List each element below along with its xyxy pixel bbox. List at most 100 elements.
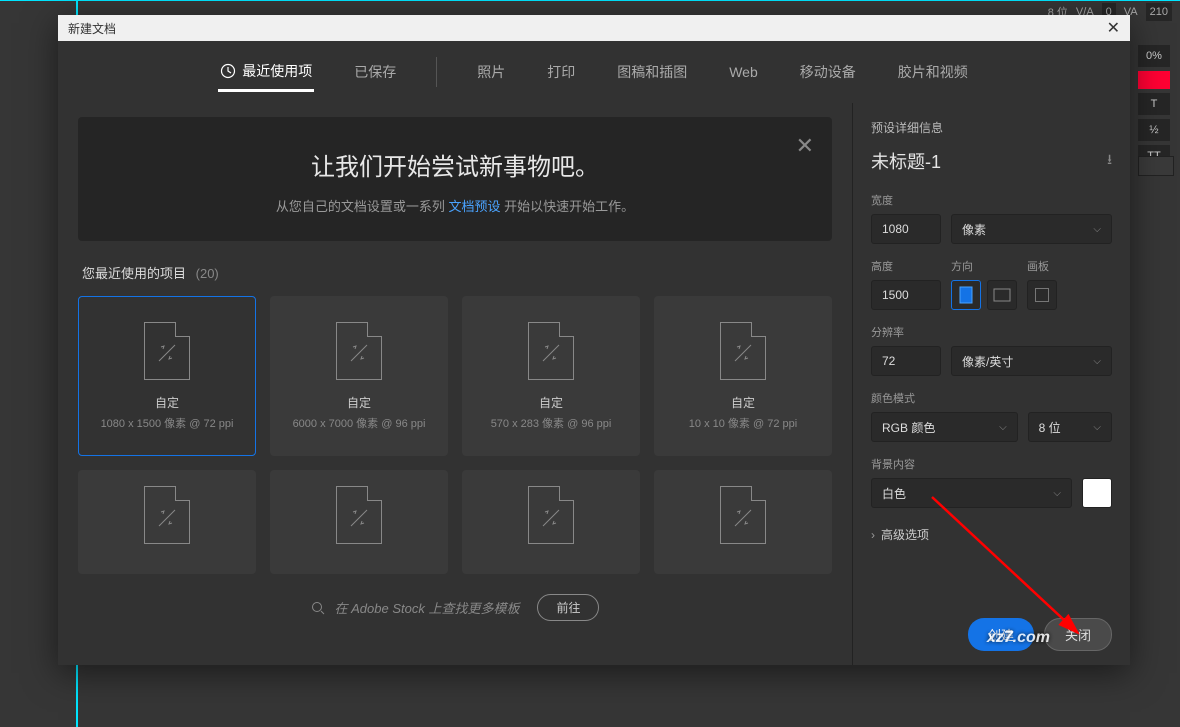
fraction-button[interactable]: ½ [1138, 119, 1170, 141]
hero-pre: 从您自己的文档设置或一系列 [276, 199, 445, 214]
resolution-unit-select[interactable]: 像素/英寸 ⌵ [951, 346, 1112, 376]
tab-print[interactable]: 打印 [545, 54, 577, 90]
document-icon [720, 322, 766, 380]
card-sub: 10 x 10 像素 @ 72 ppi [689, 415, 797, 431]
card-sub: 1080 x 1500 像素 @ 72 ppi [101, 415, 234, 431]
tab-recent-label: 最近使用项 [242, 61, 312, 81]
search-icon [311, 601, 325, 615]
tab-separator [436, 57, 437, 87]
artboard-label: 画板 [1027, 258, 1057, 274]
close-button[interactable]: 关闭 [1044, 618, 1112, 651]
color-mode-select[interactable]: RGB 颜色 ⌵ [871, 412, 1018, 442]
tab-photo[interactable]: 照片 [475, 54, 507, 90]
document-icon [528, 486, 574, 544]
tab-recent[interactable]: 最近使用项 [218, 53, 314, 92]
dialog-titlebar[interactable]: 新建文档 ✕ [58, 15, 1130, 41]
recent-header: 您最近使用的项目 (20) [82, 263, 832, 282]
document-icon [528, 322, 574, 380]
color-swatch-red[interactable] [1138, 71, 1170, 89]
tab-film[interactable]: 胶片和视频 [896, 54, 970, 90]
category-tabs: 最近使用项 已保存 照片 打印 图稿和插图 Web 移动设备 胶片和视频 [58, 41, 1130, 103]
chevron-down-icon: ⌵ [1093, 422, 1101, 433]
tab-saved[interactable]: 已保存 [352, 54, 398, 90]
background-label: 背景内容 [871, 456, 1112, 472]
type-tool[interactable]: T [1138, 93, 1170, 115]
orientation-portrait[interactable] [951, 280, 981, 310]
height-input[interactable]: 1500 [871, 280, 941, 310]
templates-pane: ✕ 让我们开始尝试新事物吧。 从您自己的文档设置或一系列 文档预设 开始以快速开… [58, 103, 852, 665]
artboard-checkbox[interactable] [1027, 280, 1057, 310]
save-preset-icon[interactable]: ⭳ [1107, 149, 1112, 173]
dialog-title: 新建文档 [68, 20, 116, 37]
orientation-label: 方向 [951, 258, 1017, 274]
template-card[interactable]: 自定 570 x 283 像素 @ 96 ppi [462, 296, 640, 456]
chevron-down-icon: ⌵ [1093, 356, 1101, 367]
document-icon [144, 322, 190, 380]
hero-heading: 让我们开始尝试新事物吧。 [108, 147, 802, 182]
template-card[interactable]: 自定 6000 x 7000 像素 @ 96 ppi [270, 296, 448, 456]
document-icon [336, 322, 382, 380]
card-title: 自定 [155, 394, 179, 411]
guide-horizontal [0, 0, 1180, 1]
recent-label: 您最近使用的项目 [82, 266, 186, 281]
template-card[interactable] [78, 470, 256, 574]
unit-select[interactable]: 像素 ⌵ [951, 214, 1112, 244]
card-sub: 6000 x 7000 像素 @ 96 ppi [293, 415, 426, 431]
bit-depth-value: 8 位 [1039, 419, 1061, 436]
tab-web[interactable]: Web [727, 56, 760, 88]
document-name-input[interactable]: 未标题-1 [871, 148, 941, 174]
unit-value: 像素 [962, 221, 986, 238]
hero-link[interactable]: 文档预设 [448, 199, 500, 214]
clock-icon [220, 63, 236, 79]
chevron-down-icon: ⌵ [999, 422, 1007, 433]
dialog-close-icon[interactable]: ✕ [1107, 18, 1120, 38]
resolution-label: 分辨率 [871, 324, 1112, 340]
card-sub: 570 x 283 像素 @ 96 ppi [491, 415, 612, 431]
background-swatch[interactable] [1082, 478, 1112, 508]
height-label: 高度 [871, 258, 941, 274]
tab-art[interactable]: 图稿和插图 [615, 54, 689, 90]
resolution-unit-value: 像素/英寸 [962, 353, 1013, 370]
tab-mobile[interactable]: 移动设备 [798, 54, 858, 90]
template-grid: 自定 1080 x 1500 像素 @ 72 ppi 自定 6000 x 700… [78, 296, 832, 574]
background-select[interactable]: 白色 ⌵ [871, 478, 1072, 508]
card-title: 自定 [539, 394, 563, 411]
resolution-input[interactable]: 72 [871, 346, 941, 376]
dialog-main: ✕ 让我们开始尝试新事物吧。 从您自己的文档设置或一系列 文档预设 开始以快速开… [58, 103, 1130, 665]
template-card[interactable] [462, 470, 640, 574]
orientation-landscape[interactable] [987, 280, 1017, 310]
new-document-dialog: 新建文档 ✕ 最近使用项 已保存 照片 打印 图稿和插图 Web 移动设备 胶片… [58, 15, 1130, 665]
color-mode-value: RGB 颜色 [882, 419, 935, 436]
stock-search-box[interactable]: 在 Adobe Stock 上查找更多模板 [311, 598, 520, 617]
tracking-value[interactable]: 210 [1146, 3, 1172, 21]
search-placeholder: 在 Adobe Stock 上查找更多模板 [335, 598, 520, 617]
document-icon [720, 486, 766, 544]
watermark: xz7.com [987, 629, 1050, 647]
preset-details-pane: 预设详细信息 未标题-1 ⭳ 宽度 1080 像素 ⌵ 高度 1500 方向 [852, 103, 1130, 665]
template-card[interactable]: 自定 10 x 10 像素 @ 72 ppi [654, 296, 832, 456]
color-mode-label: 颜色模式 [871, 390, 1112, 406]
document-icon [144, 486, 190, 544]
stock-go-button[interactable]: 前往 [537, 594, 599, 621]
template-card[interactable] [270, 470, 448, 574]
bit-depth-select[interactable]: 8 位 ⌵ [1028, 412, 1112, 442]
side-panel: 0% T ½ TT [1138, 45, 1174, 171]
chevron-down-icon: ⌵ [1093, 224, 1101, 235]
chevron-down-icon: ⌵ [1053, 488, 1061, 499]
stock-search-row: 在 Adobe Stock 上查找更多模板 前往 [78, 594, 832, 621]
hero-close-icon[interactable]: ✕ [796, 133, 814, 159]
hero-subtext: 从您自己的文档设置或一系列 文档预设 开始以快速开始工作。 [108, 196, 802, 215]
recent-count: (20) [196, 266, 219, 281]
background-value: 白色 [882, 485, 906, 502]
hero-banner: ✕ 让我们开始尝试新事物吧。 从您自己的文档设置或一系列 文档预设 开始以快速开… [78, 117, 832, 241]
width-input[interactable]: 1080 [871, 214, 941, 244]
template-card[interactable]: 自定 1080 x 1500 像素 @ 72 ppi [78, 296, 256, 456]
template-card[interactable] [654, 470, 832, 574]
pct-button[interactable]: 0% [1138, 45, 1170, 67]
card-title: 自定 [347, 394, 371, 411]
document-icon [336, 486, 382, 544]
width-label: 宽度 [871, 192, 1112, 208]
advanced-options-toggle[interactable]: 高级选项 [871, 526, 1112, 543]
side-dropdown[interactable] [1138, 156, 1174, 176]
details-section-title: 预设详细信息 [871, 119, 1112, 136]
